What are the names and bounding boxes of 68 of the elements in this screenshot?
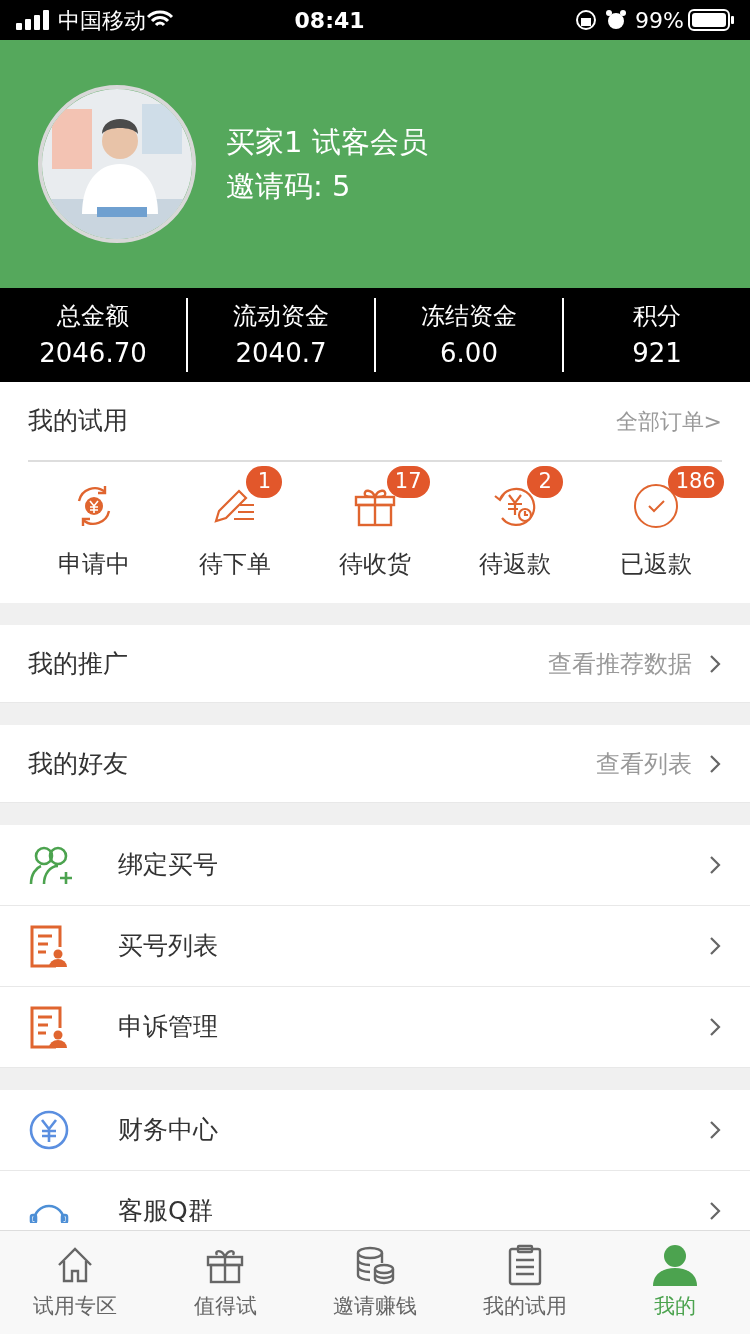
document-person-icon	[28, 1005, 68, 1049]
menu-row[interactable]: 财务中心	[0, 1090, 750, 1171]
tab-item[interactable]: 值得试	[150, 1231, 300, 1334]
stat-label: 总金额	[57, 300, 129, 332]
status-label: 已返款	[619, 549, 692, 580]
row-label: 我的推广	[28, 647, 129, 680]
check-circle-icon	[632, 483, 679, 529]
chevron-right-icon	[708, 854, 722, 876]
menu-row[interactable]: 客服Q群	[0, 1171, 750, 1230]
count-badge: 1	[246, 466, 283, 498]
menu-row[interactable]: 买号列表	[0, 906, 750, 987]
stat-label: 冻结资金	[421, 300, 517, 332]
menu-row[interactable]: 我的推广 查看推荐数据	[0, 625, 750, 703]
stat-value: 921	[632, 336, 682, 370]
tab-label: 试用专区	[33, 1292, 117, 1320]
tab-label: 我的	[654, 1292, 696, 1320]
order-status-item[interactable]: 186 已返款	[585, 466, 727, 582]
stat-value: 6.00	[440, 336, 498, 370]
battery-percent: 99%	[635, 6, 684, 35]
stat-value: 2046.70	[39, 336, 147, 370]
rotation-lock-icon	[575, 9, 598, 31]
tab-item[interactable]: 我的试用	[450, 1231, 600, 1334]
tab-item[interactable]: 邀请赚钱	[300, 1231, 450, 1334]
menu-row[interactable]: 绑定买号	[0, 825, 750, 906]
document-person-icon	[28, 924, 68, 968]
status-label: 待返款	[479, 549, 552, 580]
status-label: 申请中	[58, 549, 131, 580]
clipboard-icon	[507, 1243, 543, 1286]
user-icon	[652, 1243, 698, 1286]
coins-icon	[354, 1244, 396, 1285]
carrier: 中国移动	[58, 6, 146, 35]
count-badge: 186	[667, 466, 724, 498]
status-label: 待下单	[198, 549, 271, 580]
row-label: 申诉管理	[118, 1011, 219, 1044]
order-status-item[interactable]: 1 待下单	[164, 466, 305, 582]
status-label: 待收货	[339, 549, 411, 580]
row-label: 绑定买号	[118, 849, 219, 882]
row-label: 买号列表	[118, 930, 219, 963]
chevron-right-icon	[708, 1119, 722, 1141]
invite-code: 邀请码: 5	[226, 168, 352, 205]
tab-label: 我的试用	[483, 1292, 567, 1320]
order-status-item[interactable]: 2 待返款	[445, 466, 586, 582]
chevron-right-icon	[708, 1016, 722, 1038]
chevron-right-icon	[708, 652, 722, 675]
stat-value: 2040.7	[235, 336, 327, 370]
chevron-right-icon	[708, 935, 722, 957]
count-badge: 17	[386, 466, 430, 498]
clock: 08:41	[293, 6, 366, 35]
section-title: 我的试用	[28, 405, 128, 438]
tab-item[interactable]: 试用专区	[0, 1231, 150, 1334]
chevron-right-icon	[708, 1200, 722, 1222]
user-name: 买家1 试客会员	[226, 124, 428, 161]
signal-icon	[16, 10, 50, 30]
tab-label: 邀请赚钱	[333, 1292, 417, 1320]
row-label: 我的好友	[28, 747, 129, 780]
chevron-right-icon	[708, 752, 722, 775]
order-status-item[interactable]: 申请中	[24, 466, 165, 582]
row-label: 客服Q群	[118, 1195, 214, 1228]
tab-label: 值得试	[193, 1292, 257, 1320]
battery-icon	[688, 9, 734, 31]
count-badge: 2	[527, 466, 564, 498]
menu-row[interactable]: 我的好友 查看列表	[0, 725, 750, 803]
stat-label: 积分	[633, 300, 681, 332]
stat-label: 流动资金	[233, 300, 329, 332]
menu-row[interactable]: 申诉管理	[0, 987, 750, 1068]
order-status-item[interactable]: 17 待收货	[304, 466, 446, 582]
row-label: 财务中心	[118, 1114, 219, 1147]
yen-circle-icon	[28, 1109, 70, 1151]
